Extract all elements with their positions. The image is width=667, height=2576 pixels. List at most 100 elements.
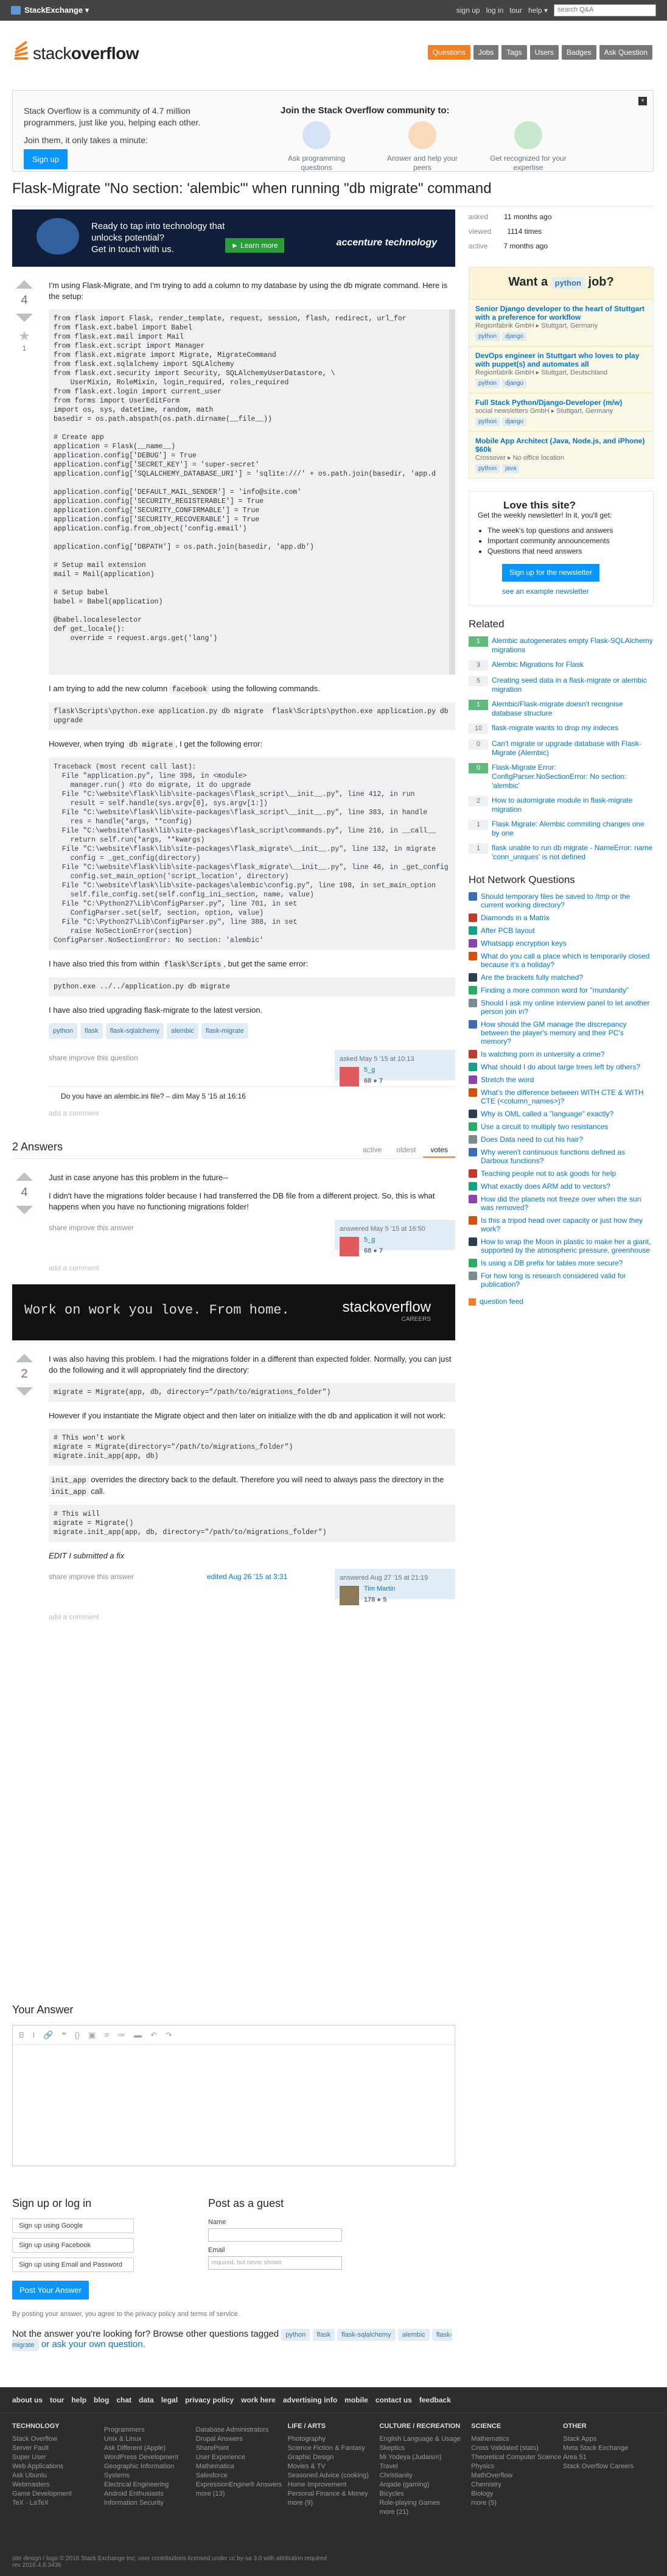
nav-badges[interactable]: Badges <box>561 45 596 60</box>
add-comment-link[interactable]: add a comment <box>49 1108 455 1119</box>
tag-flask[interactable]: flask <box>80 1023 103 1039</box>
related-link[interactable]: flask-migrate wants to drop my indeces <box>492 723 618 734</box>
footer-link[interactable]: about us <box>12 2396 43 2404</box>
hot-question-link[interactable]: Whatsapp encryption keys <box>481 939 567 948</box>
related-question[interactable]: 0 Flask-Migrate Error: ConfigParser.NoSec… <box>469 763 654 790</box>
upvote-icon[interactable] <box>16 1354 33 1362</box>
hot-question[interactable]: Should temporary files be saved to /tmp … <box>469 892 654 909</box>
related-question[interactable]: 1 Alembic/Flask-migrate doesn't recognise… <box>469 700 654 718</box>
related-link[interactable]: Flask Migrate: Alembic commiting changes… <box>492 820 654 838</box>
footer-site-link[interactable]: Database Administrators <box>196 2426 288 2435</box>
hot-question[interactable]: Diamonds in a Matrix <box>469 913 654 922</box>
downvote-icon[interactable] <box>16 1387 33 1396</box>
tag-flask[interactable]: flask <box>312 2329 335 2341</box>
ad-learn-more-button[interactable]: ► Learn more <box>225 238 284 253</box>
hero-signup-button[interactable]: Sign up <box>24 149 68 169</box>
hot-question[interactable]: Are the brackets fully matched? <box>469 973 654 982</box>
hot-question-link[interactable]: Should temporary files be saved to /tmp … <box>481 892 654 909</box>
footer-site-link[interactable]: more (13) <box>196 2490 288 2499</box>
signup-link[interactable]: sign up <box>456 6 480 15</box>
hot-question[interactable]: For how long is research considered vali… <box>469 1272 654 1289</box>
hot-question-link[interactable]: Is using a DB prefix for tables more sec… <box>481 1259 623 1267</box>
footer-site-link[interactable]: Role-playing Games <box>379 2499 471 2508</box>
footer-site-link[interactable]: Stack Apps <box>563 2435 655 2444</box>
footer-link[interactable]: data <box>139 2396 154 2404</box>
footer-site-link[interactable]: User Experience <box>196 2453 288 2462</box>
ask-own-question-link[interactable]: or ask your own question. <box>41 2339 145 2349</box>
footer-site-link[interactable]: Biology <box>471 2490 563 2499</box>
hot-question[interactable]: Why is OML called a "language" exactly? <box>469 1110 654 1118</box>
hot-question[interactable]: How should the GM manage the discrepancy… <box>469 1020 654 1046</box>
footer-link[interactable]: feedback <box>419 2396 451 2404</box>
related-link[interactable]: How to automigrate module in flask-migra… <box>492 796 654 814</box>
job-listing[interactable]: DevOps engineer in Stuttgart who loves t… <box>469 346 653 393</box>
tag-alembic[interactable]: alembic <box>397 2329 430 2341</box>
downvote-icon[interactable] <box>16 1206 33 1214</box>
footer-site-link[interactable]: Game Development <box>12 2490 104 2499</box>
footer-link[interactable]: legal <box>161 2396 178 2404</box>
add-comment-link[interactable]: add a comment <box>49 1262 455 1273</box>
footer-site-link[interactable]: Movies & TV <box>288 2462 380 2471</box>
hot-question-link[interactable]: Use a circuit to multiply two resistance… <box>481 1122 608 1131</box>
add-comment-link[interactable]: add a comment <box>49 1611 455 1622</box>
avatar[interactable] <box>340 1586 359 1605</box>
hot-question[interactable]: Use a circuit to multiply two resistance… <box>469 1122 654 1131</box>
hot-question[interactable]: How did the planets not freeze over when… <box>469 1195 654 1212</box>
question-title[interactable]: Flask-Migrate "No section: 'alembic'" wh… <box>12 180 654 206</box>
footer-site-link[interactable]: more (9) <box>288 2499 380 2508</box>
bullet-list-icon[interactable]: ≔ <box>117 2030 125 2040</box>
advertisement[interactable]: Ready to tap into technology that unlocks… <box>12 209 455 267</box>
footer-site-link[interactable]: Christianity <box>379 2471 471 2480</box>
footer-link[interactable]: contact us <box>375 2396 412 2404</box>
image-icon[interactable]: ▣ <box>88 2030 96 2040</box>
footer-site-link[interactable]: Mi Yodeya (Judaism) <box>379 2453 471 2462</box>
footer-link[interactable]: mobile <box>344 2396 368 2404</box>
share-improve-links[interactable]: share improve this question <box>49 1052 138 1063</box>
related-question[interactable]: 5 Creating seed data in a flask-migrate o… <box>469 676 654 694</box>
hot-question-link[interactable]: What do you call a place which is tempor… <box>481 952 654 969</box>
footer-site-link[interactable]: WordPress Development <box>104 2453 196 2462</box>
tab-active[interactable]: active <box>355 1143 389 1158</box>
footer-site-link[interactable]: Bicycles <box>379 2490 471 2499</box>
hot-question-link[interactable]: How did the planets not freeze over when… <box>481 1195 654 1212</box>
related-question[interactable]: 10 flask-migrate wants to drop my indeces <box>469 723 654 734</box>
rule-icon[interactable]: ▬ <box>134 2030 142 2039</box>
hot-question-link[interactable]: For how long is research considered vali… <box>481 1272 654 1289</box>
tag-python[interactable]: python <box>281 2329 310 2341</box>
hot-question-link[interactable]: What should I do about large trees left … <box>481 1063 640 1071</box>
hot-question-link[interactable]: Why weren't continuous functions defined… <box>481 1148 654 1165</box>
related-link[interactable]: Creating seed data in a flask-migrate or… <box>492 676 654 694</box>
hot-question[interactable]: Whatsapp encryption keys <box>469 939 654 948</box>
footer-link[interactable]: privacy policy <box>185 2396 234 2404</box>
nav-tags[interactable]: Tags <box>501 45 527 60</box>
tag-flask-sqlalchemy[interactable]: flask-sqlalchemy <box>105 1023 164 1039</box>
hot-question[interactable]: Why weren't continuous functions defined… <box>469 1148 654 1165</box>
code-icon[interactable]: {} <box>74 2030 80 2039</box>
nav-users[interactable]: Users <box>529 45 559 60</box>
hot-question-link[interactable]: Is this a tripod head over capacity or j… <box>481 1216 654 1233</box>
redo-icon[interactable]: ↷ <box>166 2030 172 2040</box>
footer-site-link[interactable]: more (21) <box>379 2508 471 2517</box>
footer-site-link[interactable]: English Language & Usage <box>379 2435 471 2444</box>
hot-question-link[interactable]: Teaching people not to ask goods for hel… <box>481 1169 616 1178</box>
avatar[interactable] <box>340 1067 359 1086</box>
search-input[interactable]: search Q&A <box>554 4 656 16</box>
job-listing[interactable]: Senior Django developer to the heart of … <box>469 299 653 346</box>
share-improve-links[interactable]: share improve this answer <box>49 1571 134 1582</box>
tag-python[interactable]: python <box>49 1023 78 1039</box>
newsletter-signup-button[interactable]: Sign up for the newsletter <box>502 564 600 582</box>
hot-question[interactable]: Is watching porn in university a crime? <box>469 1050 654 1058</box>
hot-question-link[interactable]: How should the GM manage the discrepancy… <box>481 1020 654 1046</box>
hot-question-link[interactable]: Stretch the word <box>481 1075 534 1084</box>
footer-site-link[interactable]: Physics <box>471 2462 563 2471</box>
related-question[interactable]: 2 How to automigrate module in flask-migr… <box>469 796 654 814</box>
related-link[interactable]: Alembic/Flask-migrate doesn't recognise … <box>492 700 654 718</box>
related-link[interactable]: Can't migrate or upgrade database with F… <box>492 739 654 758</box>
bold-icon[interactable]: B <box>19 2030 24 2039</box>
related-link[interactable]: Flask-Migrate Error: ConfigParser.NoSect… <box>492 763 654 790</box>
hot-question-link[interactable]: After PCB layout <box>481 926 535 935</box>
footer-site-link[interactable]: Stack Overflow <box>12 2435 104 2444</box>
facebook-signup-button[interactable]: Sign up using Facebook <box>12 2238 134 2253</box>
hot-question[interactable]: Stretch the word <box>469 1075 654 1084</box>
related-link[interactable]: Alembic autogenerates empty Flask-SQLAlc… <box>492 636 654 655</box>
